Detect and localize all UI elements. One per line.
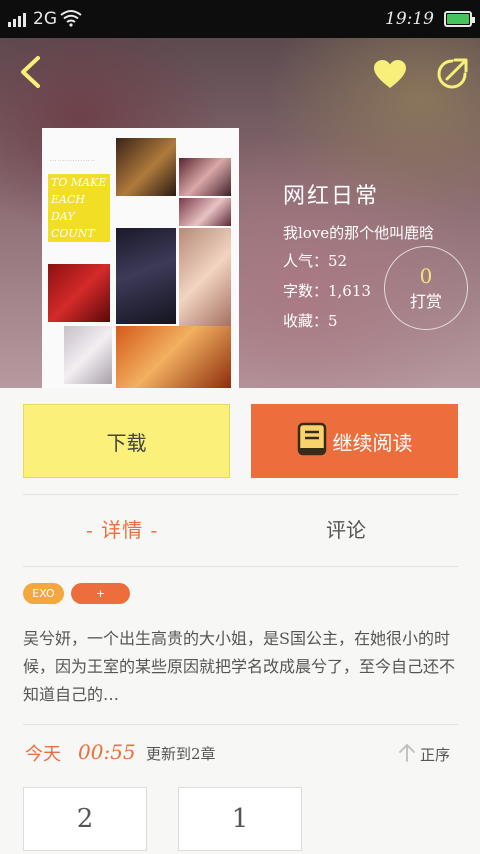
cover-photo: [116, 138, 176, 196]
arrow-up-icon: [398, 742, 416, 766]
book-author[interactable]: 我love的那个他叫鹿晗: [283, 222, 434, 243]
download-label: 下载: [106, 430, 147, 455]
book-cover[interactable]: · · · · · · · · · · · · · · · · · · TO M…: [42, 128, 239, 388]
share-button[interactable]: [432, 56, 472, 96]
sort-order-label: 正序: [420, 745, 451, 764]
book-header: · · · · · · · · · · · · · · · · · · TO M…: [0, 38, 480, 388]
wifi-icon: [60, 9, 82, 32]
network-type: 2G: [33, 9, 57, 29]
cover-photo: [116, 228, 176, 324]
back-arrow-icon: [18, 55, 42, 93]
favorite-button[interactable]: [370, 56, 410, 96]
download-button[interactable]: 下载: [23, 404, 230, 478]
chapter-item[interactable]: 2: [23, 787, 147, 851]
continue-reading-button[interactable]: 继续阅读: [251, 404, 458, 478]
update-status: 更新到2章: [146, 745, 216, 763]
share-icon: [435, 57, 469, 95]
continue-reading-label: 继续阅读: [332, 430, 413, 455]
battery-icon: [444, 11, 475, 27]
divider: [23, 494, 458, 495]
tip-count: 0: [419, 264, 433, 288]
cover-photo: [64, 326, 112, 384]
cover-photo: [48, 264, 110, 322]
book-title: 网红日常: [283, 184, 380, 209]
divider: [23, 566, 458, 567]
cover-photo: [179, 228, 231, 326]
book-icon: [297, 422, 327, 461]
cover-title: TO MAKE EACH DAY COUNT: [48, 174, 110, 242]
sort-order-button[interactable]: 正序: [398, 742, 450, 766]
status-time: 19:19: [385, 9, 434, 29]
tag-add[interactable]: +: [71, 583, 130, 604]
update-time: 00:55: [78, 740, 136, 764]
cover-photo: [116, 326, 231, 388]
chapter-item[interactable]: 1: [178, 787, 302, 851]
update-today-label: 今天: [25, 744, 61, 765]
tab-details[interactable]: - 详情 -: [86, 514, 158, 543]
cover-photo: [179, 158, 231, 196]
signal-icon: [8, 11, 30, 32]
heart-icon: [373, 59, 407, 93]
status-bar: 2G 19:19: [0, 0, 480, 38]
tip-label: 打赏: [409, 292, 442, 311]
cover-quote-text: · · · · · · · · · · · · · · · · · ·: [50, 158, 95, 163]
back-button[interactable]: [12, 56, 48, 92]
divider: [23, 724, 458, 725]
book-description[interactable]: 吴兮妍，一个出生高贵的大小姐，是S国公主，在她很小的时候，因为王室的某些原因就把…: [23, 625, 463, 709]
tag-exo[interactable]: EXO: [23, 583, 64, 604]
tab-comments[interactable]: 评论: [326, 514, 366, 543]
cover-photo: [179, 198, 231, 226]
tip-button[interactable]: 0 打赏: [384, 246, 468, 330]
